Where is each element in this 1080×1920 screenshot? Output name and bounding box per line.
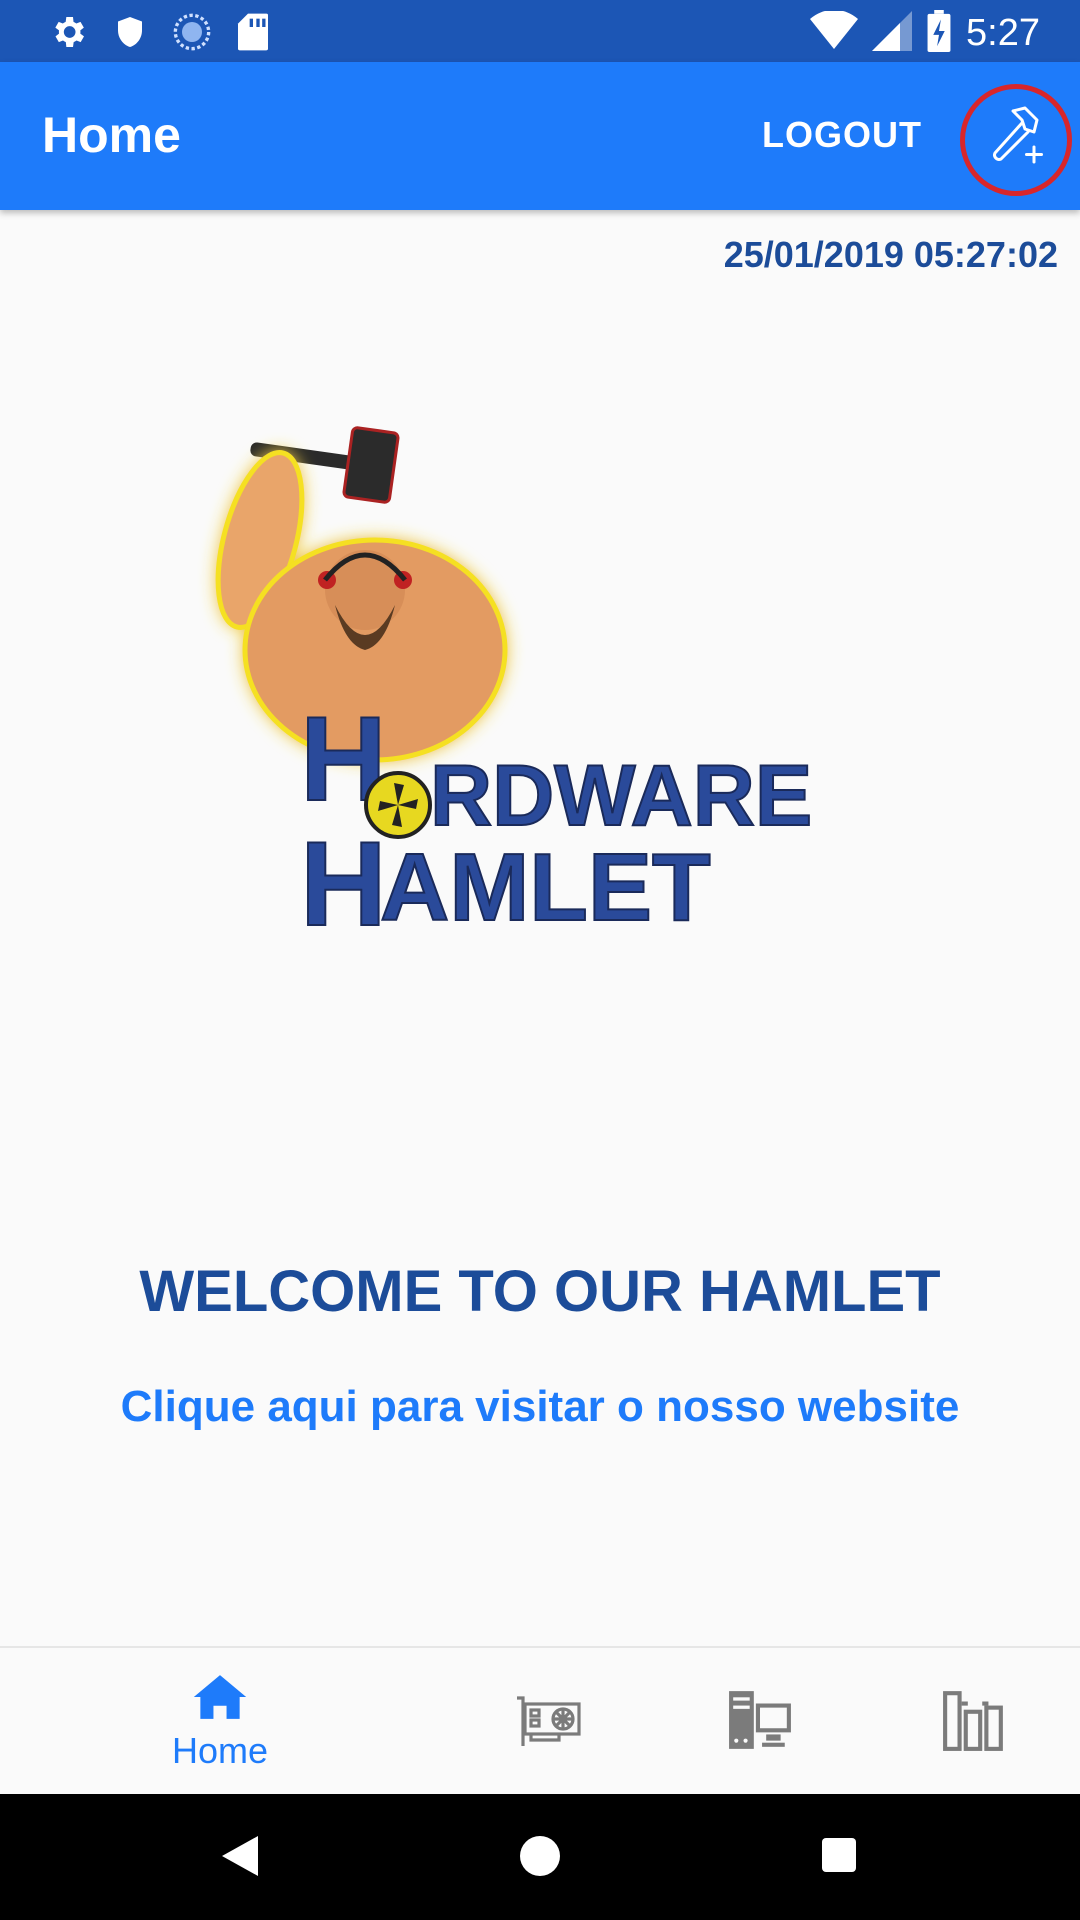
sd-card-icon [236,12,270,57]
welcome-heading: WELCOME TO OUR HAMLET [139,1259,941,1324]
svg-text:RDWARE: RDWARE [430,748,812,844]
battery-charging-icon [926,10,952,57]
date-time-label: 25/01/2019 05:27:02 [723,234,1058,275]
bottom-navigation: Home [0,1646,1080,1796]
sync-icon [172,12,212,57]
shield-icon [112,12,148,57]
nav-label-home: Home [171,1729,269,1771]
svg-text:H: H [300,817,387,940]
status-time: 5:27 [966,12,1040,54]
system-navigation-bar [0,1794,1080,1920]
nav-item-graphics-cards[interactable] [508,1648,588,1796]
nav-item-components[interactable] [934,1648,1014,1796]
hardware-hamlet-logo: RDWARE H AMLET H [190,420,890,952]
nav-item-home[interactable]: Home [140,1648,300,1796]
tools-add-icon [980,102,1052,179]
back-icon[interactable] [222,1836,258,1881]
wifi-icon [810,9,859,56]
svg-text:AMLET: AMLET [380,834,711,940]
graphics-card-icon [515,1692,581,1753]
desktop-computer-icon [727,1687,793,1758]
components-icon [941,1687,1007,1758]
logout-button[interactable]: LOGOUT [762,114,922,156]
status-bar: 5:27 [0,0,1080,62]
nav-item-desktops[interactable] [720,1648,800,1796]
signal-icon [872,11,913,56]
tools-add-button[interactable] [960,84,1072,196]
home-icon [193,1673,247,1726]
recents-icon[interactable] [822,1838,856,1877]
home-circle-icon[interactable] [520,1836,560,1881]
visit-website-link[interactable]: Clique aqui para visitar o nosso website [0,1382,1080,1432]
app-bar: Home LOGOUT [0,62,1080,210]
gear-icon [48,12,88,57]
page-title: Home [42,107,181,163]
